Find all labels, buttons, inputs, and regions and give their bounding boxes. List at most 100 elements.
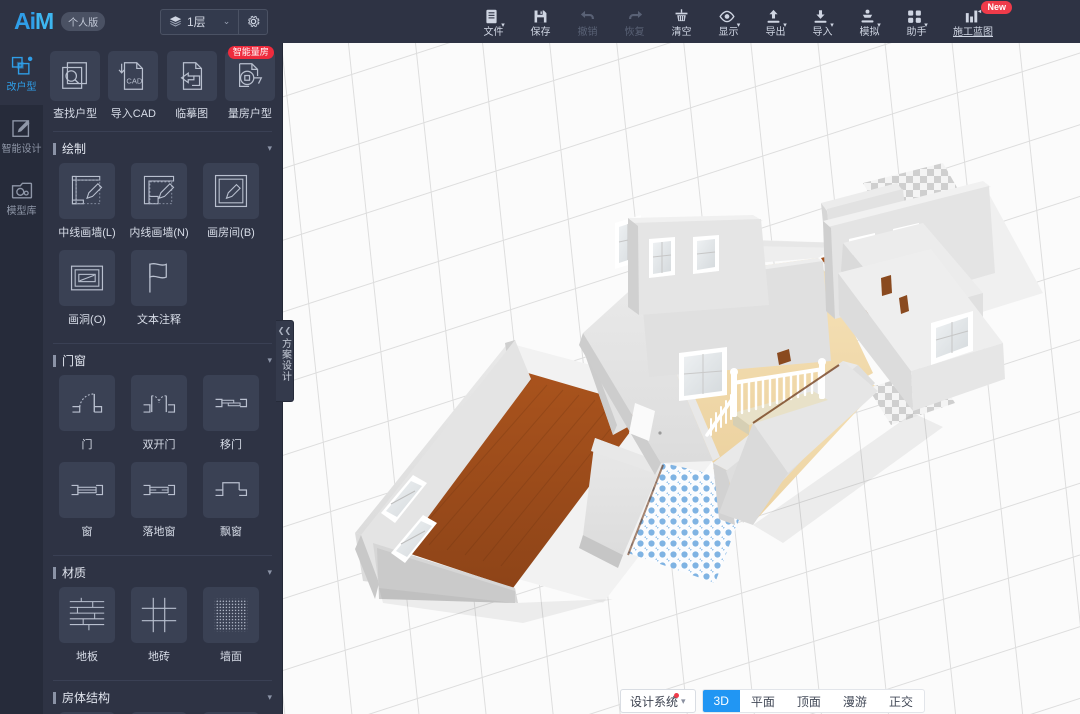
tool-import[interactable]: ▾ 导入 — [799, 0, 846, 43]
layer-value: 1层 — [187, 13, 206, 30]
model-icon — [10, 179, 34, 203]
tool-sliding-door[interactable]: 移门 — [195, 375, 267, 452]
quick-find-layout-label: 查找户型 — [53, 105, 97, 121]
tool-french-window[interactable]: 落地窗 — [123, 462, 195, 539]
tool-french-window-label: 落地窗 — [143, 523, 176, 539]
section-header-materials[interactable]: 材质 ▾ — [53, 555, 272, 583]
design-system-dropdown[interactable]: 设计系统 ▾ — [620, 689, 696, 713]
chevron-down-icon: ⌄ — [223, 16, 231, 27]
chevron-down-icon: ▾ — [267, 143, 272, 154]
tool-undo[interactable]: 撤销 — [564, 0, 611, 43]
chevron-down-icon: ▾ — [681, 696, 686, 707]
svg-text:CAD: CAD — [127, 77, 143, 86]
section-header-draw[interactable]: 绘制 ▾ — [53, 131, 272, 159]
panel-collapse-label: 方案设计 — [279, 338, 291, 382]
tool-double-door-label: 双开门 — [143, 436, 176, 452]
section-structure-title: 房体结构 — [62, 689, 267, 706]
redo-icon — [626, 6, 644, 25]
toolbar-actions: ▾ 文件 保存 撤销 恢复 — [470, 0, 1006, 43]
tool-draw-hole-label: 画洞(O) — [68, 311, 106, 327]
section-doors-windows-grid: 门 双开门 — [43, 371, 282, 549]
quick-measure-room[interactable]: 智能量房 量房户型 — [224, 51, 276, 121]
layer-select[interactable]: 1层 ⌄ — [161, 10, 239, 34]
smart-measure-badge: 智能量房 — [228, 46, 274, 59]
quick-tools-row: 查找户型 CAD 导入CAD — [43, 43, 282, 125]
tool-simulate[interactable]: ▾ 模拟 — [846, 0, 893, 43]
3d-floorplan-viewport[interactable] — [283, 43, 1080, 714]
section-header-structure[interactable]: 房体结构 ▾ — [53, 680, 272, 708]
tool-centerline-wall[interactable]: 中线画墙(L) — [51, 163, 123, 240]
logo-text: AiM — [14, 10, 53, 33]
view-mode-plan[interactable]: 平面 — [740, 690, 786, 712]
tool-clear[interactable]: 清空 — [658, 0, 705, 43]
tool-floorboard[interactable]: 地板 — [51, 587, 123, 664]
blueprint-icon — [964, 6, 983, 25]
layer-settings-button[interactable] — [239, 10, 267, 34]
tool-blueprint-label: 施工蓝图 — [953, 27, 993, 38]
tool-draw-room[interactable]: 画房间(B) — [195, 163, 267, 240]
quick-find-layout[interactable]: 查找户型 — [49, 51, 101, 121]
tool-blueprint[interactable]: 施工蓝图 New — [940, 0, 1006, 43]
trace-icon — [167, 51, 217, 101]
logo-ai: Ai — [14, 8, 35, 34]
panel-collapse-tab[interactable]: ❮❮ 方案设计 — [276, 320, 294, 402]
quick-import-cad[interactable]: CAD 导入CAD — [107, 51, 159, 121]
top-toolbar: AiM 个人版 1层 ⌄ — [0, 0, 1080, 43]
left-rail: 改户型 智能设计 模型库 — [0, 43, 43, 714]
tool-save[interactable]: 保存 — [517, 0, 564, 43]
tool-centerline-wall-label: 中线画墙(L) — [58, 224, 115, 240]
assistant-icon: ▾ — [906, 6, 927, 25]
tool-wallface-label: 墙面 — [220, 648, 242, 664]
draw-hole-icon — [59, 250, 115, 306]
quick-trace-image[interactable]: 临摹图 — [166, 51, 218, 121]
sidebar-item-smart-design[interactable]: 智能设计 — [0, 105, 43, 167]
app-root: AiM 个人版 1层 ⌄ — [0, 0, 1080, 714]
view-mode-top[interactable]: 顶面 — [786, 690, 832, 712]
tool-wallface[interactable]: 墙面 — [195, 587, 267, 664]
tool-display[interactable]: ▾ 显示 — [705, 0, 752, 43]
section-materials-title: 材质 — [62, 564, 267, 581]
save-icon — [532, 6, 549, 25]
tool-bay-window-label: 飘窗 — [220, 523, 242, 539]
tool-draw-room-label: 画房间(B) — [207, 224, 255, 240]
view-mode-3d[interactable]: 3D — [703, 690, 740, 712]
tool-innerline-wall[interactable]: 内线画墙(N) — [123, 163, 195, 240]
section-accent-bar — [53, 567, 56, 579]
tool-redo[interactable]: 恢复 — [611, 0, 658, 43]
flag-icon — [131, 250, 187, 306]
window-group-center — [679, 347, 727, 401]
file-icon: ▾ — [483, 6, 504, 25]
tool-floortile[interactable]: 地砖 — [123, 587, 195, 664]
tool-sliding-door-label: 移门 — [220, 436, 242, 452]
sidebar-item-model-library[interactable]: 模型库 — [0, 167, 43, 229]
floortile-icon — [131, 587, 187, 643]
tool-save-label: 保存 — [531, 27, 551, 38]
tool-file[interactable]: ▾ 文件 — [470, 0, 517, 43]
view-mode-walkthrough[interactable]: 漫游 — [832, 690, 878, 712]
tool-draw-hole[interactable]: 画洞(O) — [51, 250, 123, 327]
logo-m: M — [35, 8, 53, 34]
quick-trace-image-label: 临摹图 — [175, 105, 208, 121]
door-icon — [59, 375, 115, 431]
tool-bay-window[interactable]: 飘窗 — [195, 462, 267, 539]
tool-redo-label: 恢复 — [625, 27, 645, 38]
tool-text-note[interactable]: 文本注释 — [123, 250, 195, 327]
design-panel: 查找户型 CAD 导入CAD — [43, 43, 283, 714]
eye-icon: ▾ — [718, 6, 740, 25]
tool-door[interactable]: 门 — [51, 375, 123, 452]
layers-icon — [169, 15, 182, 28]
draw-room-icon — [203, 163, 259, 219]
tool-window[interactable]: 窗 — [51, 462, 123, 539]
tool-clear-label: 清空 — [672, 27, 692, 38]
tool-export[interactable]: ▾ 导出 — [752, 0, 799, 43]
tool-double-door[interactable]: 双开门 — [123, 375, 195, 452]
centerline-wall-icon — [59, 163, 115, 219]
bay-window-icon — [203, 462, 259, 518]
sidebar-item-remodel[interactable]: 改户型 — [0, 43, 43, 105]
chevron-down-icon: ▾ — [267, 355, 272, 366]
section-header-doors-windows[interactable]: 门窗 ▾ — [53, 343, 272, 371]
view-mode-ortho[interactable]: 正交 — [878, 690, 924, 712]
collapse-arrow-icon: ❮❮ — [278, 326, 291, 335]
section-accent-bar — [53, 692, 56, 704]
tool-assistant[interactable]: ▾ 助手 — [893, 0, 940, 43]
